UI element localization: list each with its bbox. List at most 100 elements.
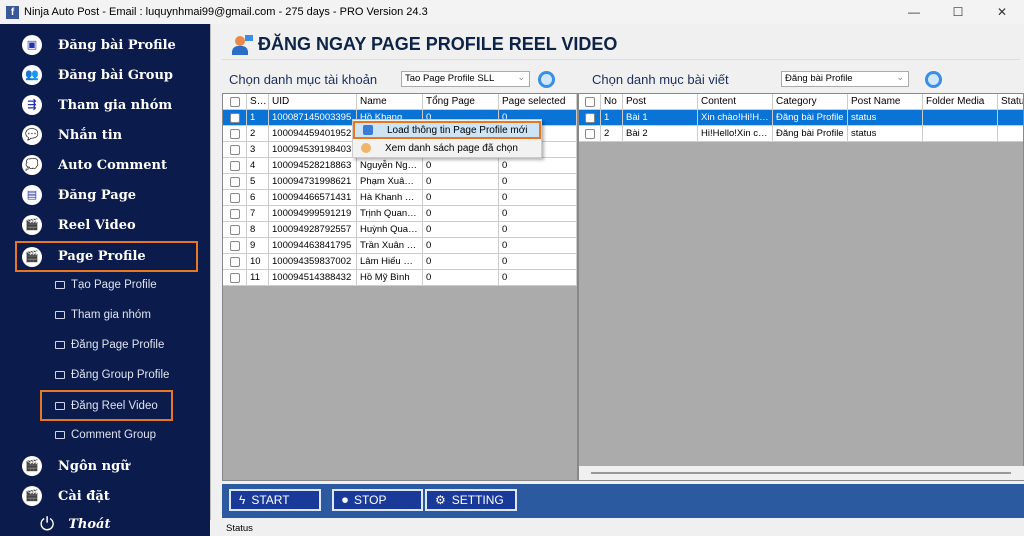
row-checkbox-cell[interactable]	[223, 254, 247, 270]
sidebar-subitem-0[interactable]: Tạo Page Profile	[55, 274, 157, 296]
row-checkbox-cell[interactable]	[223, 270, 247, 286]
row-checkbox[interactable]	[229, 113, 240, 123]
row-checkbox[interactable]	[229, 145, 240, 155]
table-row[interactable]: 7 100094999591219 Trịnh Quang T... 0 0	[223, 206, 577, 222]
table-cell: 100094528218863	[269, 158, 357, 174]
column-header[interactable]	[223, 94, 247, 110]
row-checkbox[interactable]	[584, 113, 595, 123]
row-checkbox-cell[interactable]	[223, 222, 247, 238]
sidebar-item-share-2[interactable]: ⇶ Tham gia nhóm	[22, 91, 172, 119]
monitor-icon: ▣	[22, 35, 42, 55]
sidebar-item-comment-4[interactable]: 💭 Auto Comment	[22, 151, 167, 179]
row-checkbox-cell[interactable]	[579, 110, 601, 126]
row-checkbox-cell[interactable]	[223, 174, 247, 190]
post-category-select[interactable]: Đăng bài Profile ⌄	[781, 71, 909, 87]
row-checkbox-cell[interactable]	[223, 158, 247, 174]
sidebar-item-chat-3[interactable]: 💬 Nhắn tin	[22, 121, 122, 149]
minimize-button[interactable]: —	[892, 0, 936, 24]
table-cell: Hồ Mỹ Bình	[357, 270, 423, 286]
row-checkbox[interactable]	[229, 209, 240, 219]
refresh-posts-icon[interactable]	[925, 71, 942, 88]
table-row[interactable]: 8 100094928792557 Huỳnh Quang ... 0 0	[223, 222, 577, 238]
table-row[interactable]: 5100094731998621Phạm Xuân Th...00	[223, 174, 577, 190]
column-header: Folder Media	[923, 94, 998, 110]
table-cell: 0	[423, 222, 499, 238]
row-checkbox[interactable]	[229, 273, 240, 283]
row-checkbox[interactable]	[229, 257, 240, 267]
refresh-accounts-icon[interactable]	[538, 71, 555, 88]
sidebar-subitem-5[interactable]: Comment Group	[55, 424, 156, 446]
row-checkbox-cell[interactable]	[223, 238, 247, 254]
sidebar-item-bottom-0[interactable]: 🎬 Ngôn ngữ	[22, 452, 130, 480]
close-button[interactable]: ✕	[980, 0, 1024, 24]
select-all-checkbox[interactable]	[584, 97, 595, 107]
menu-item-load-page-info[interactable]: Load thông tin Page Profile mới	[353, 121, 541, 139]
stop-button[interactable]: ⏺ STOP	[332, 489, 423, 511]
table-row[interactable]: 4100094528218863Nguyễn Nguyê...00	[223, 158, 577, 174]
start-button[interactable]: ϟ START	[229, 489, 321, 511]
sidebar-item-group-1[interactable]: 👥 Đăng bài Group	[22, 61, 173, 89]
row-checkbox[interactable]	[229, 161, 240, 171]
maximize-button[interactable]: ☐	[936, 0, 980, 24]
row-checkbox-cell[interactable]	[223, 110, 247, 126]
row-checkbox-cell[interactable]	[579, 126, 601, 142]
page-title: ĐĂNG NGAY PAGE PROFILE REEL VIDEO	[222, 30, 1020, 60]
table-cell: Nguyễn Nguyê...	[357, 158, 423, 174]
row-checkbox[interactable]	[229, 241, 240, 251]
clapper-icon: 🎬	[22, 246, 42, 267]
row-checkbox[interactable]	[229, 177, 240, 187]
sidebar-item-monitor-0[interactable]: ▣ Đăng bài Profile	[22, 31, 176, 59]
row-checkbox-cell[interactable]	[223, 206, 247, 222]
status-bar: Status	[226, 523, 253, 534]
comment-icon: 💭	[22, 155, 42, 175]
table-cell: Trần Xuân Hiếu	[357, 238, 423, 254]
setting-button[interactable]: ⚙ SETTING	[425, 489, 517, 511]
table-cell	[923, 126, 998, 142]
sidebar-subitem-2[interactable]: Đăng Page Profile	[55, 334, 164, 356]
account-category-select[interactable]: Tao Page Profile SLL ⌄	[401, 71, 530, 87]
column-header: Tổng Page	[423, 94, 499, 110]
table-cell: 1	[247, 110, 269, 126]
sidebar-subitem-1[interactable]: Tham gia nhóm	[55, 304, 151, 326]
comment-icon	[55, 311, 65, 319]
table-cell	[998, 110, 1023, 126]
accounts-label: Chọn danh mục tài khoản	[229, 72, 378, 87]
table-row[interactable]: 2 Bài 2 Hi!Hello!Xin chào! Đăng bài Profile…	[579, 126, 1023, 142]
row-checkbox-cell[interactable]	[223, 190, 247, 206]
exit-button[interactable]: ⏻ Thoát	[40, 510, 110, 536]
column-header: Content	[698, 94, 773, 110]
clapper-icon: 🎬	[22, 486, 42, 506]
table-row[interactable]: 9 100094463841795 Trần Xuân Hiếu 0 0	[223, 238, 577, 254]
row-checkbox[interactable]	[229, 129, 240, 139]
row-checkbox[interactable]	[229, 193, 240, 203]
table-row[interactable]: 10 100094359837002 Lâm Hiếu Bông 0 0	[223, 254, 577, 270]
table-cell: 8	[247, 222, 269, 238]
row-checkbox-cell[interactable]	[223, 126, 247, 142]
table-row[interactable]: 6 100094466571431 Hà Khanh Phan 0 0	[223, 190, 577, 206]
select-all-checkbox[interactable]	[229, 97, 240, 107]
sidebar-item-document-5[interactable]: ▤ Đăng Page	[22, 181, 136, 209]
menu-item-view-selected-pages[interactable]: Xem danh sách page đã chọn	[353, 139, 541, 157]
sidebar-subitem-3[interactable]: Đăng Group Profile	[55, 364, 169, 386]
table-cell: 3	[247, 142, 269, 158]
table-cell: 11	[247, 270, 269, 286]
table-cell: 100094539198403	[269, 142, 357, 158]
row-checkbox[interactable]	[584, 129, 595, 139]
row-checkbox-cell[interactable]	[223, 142, 247, 158]
sidebar-item-clapper-6[interactable]: 🎬 Reel Video	[22, 211, 136, 239]
sidebar-item-bottom-1[interactable]: 🎬 Cài đặt	[22, 482, 110, 510]
table-cell: Huỳnh Quang ...	[357, 222, 423, 238]
posts-label: Chọn danh mục bài viết	[592, 72, 729, 87]
sidebar-item-clapper-7[interactable]: 🎬 Page Profile	[15, 241, 198, 272]
horizontal-scrollbar[interactable]	[579, 466, 1024, 480]
table-cell: Đăng bài Profile	[773, 126, 848, 142]
column-header[interactable]	[579, 94, 601, 110]
sidebar-subitem-4[interactable]: Đăng Reel Video	[40, 390, 173, 421]
table-cell: 0	[499, 158, 577, 174]
table-header: No Post Content Category Post Name Folder Med…	[579, 94, 1023, 110]
posts-table: No Post Content Category Post Name Folder Med…	[578, 93, 1024, 481]
power-icon: ⏻	[40, 513, 55, 535]
table-row[interactable]: 11 100094514388432 Hồ Mỹ Bình 0 0	[223, 270, 577, 286]
table-row[interactable]: 1 Bài 1 Xin chào!Hi!Hello! Đăng bài Profile…	[579, 110, 1023, 126]
row-checkbox[interactable]	[229, 225, 240, 235]
